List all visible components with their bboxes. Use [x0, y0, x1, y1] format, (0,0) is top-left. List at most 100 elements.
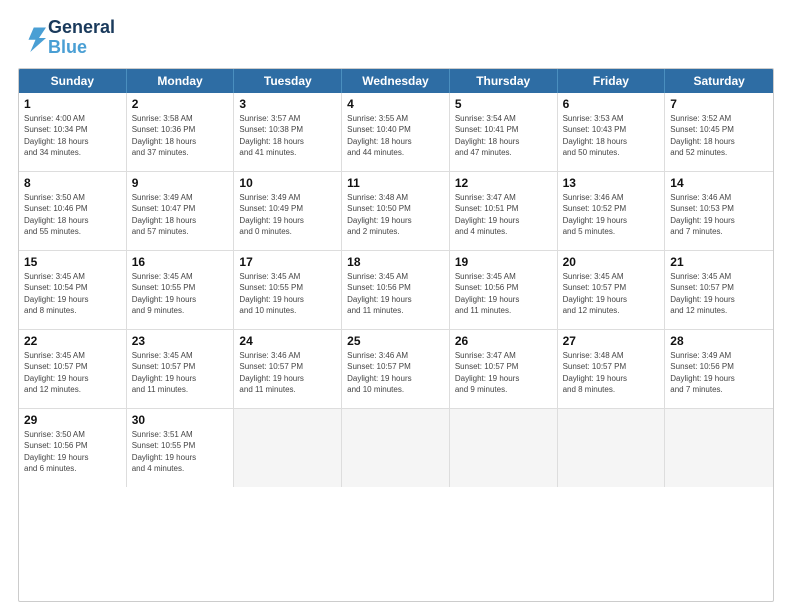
- page: General Blue SundayMondayTuesdayWednesda…: [0, 0, 792, 612]
- day-header-monday: Monday: [127, 69, 235, 93]
- day-number: 15: [24, 255, 121, 269]
- day-info: Sunrise: 3:46 AM Sunset: 10:57 PM Daylig…: [347, 350, 444, 396]
- day-info: Sunrise: 4:00 AM Sunset: 10:34 PM Daylig…: [24, 113, 121, 159]
- calendar-cell: 6Sunrise: 3:53 AM Sunset: 10:43 PM Dayli…: [558, 93, 666, 171]
- calendar-cell: 7 Sunrise: 3:52 AM Sunset: 10:45 PM Dayli…: [665, 93, 773, 171]
- calendar-cell: 26 Sunrise: 3:47 AM Sunset: 10:57 PM Dayl…: [450, 330, 558, 408]
- logo-icon: [18, 24, 46, 52]
- day-info: Sunrise: 3:58 AM Sunset: 10:36 PM Daylig…: [132, 113, 229, 159]
- day-number: 5: [455, 97, 552, 111]
- logo-text: General Blue: [48, 18, 115, 58]
- day-info: Sunrise: 3:57 AM Sunset: 10:38 PM Daylig…: [239, 113, 336, 159]
- day-info: Sunrise: 3:45 AM Sunset: 10:54 PM Daylig…: [24, 271, 121, 317]
- day-number: 9: [132, 176, 229, 190]
- day-number: 26: [455, 334, 552, 348]
- day-number: 4: [347, 97, 444, 111]
- day-info: Sunrise: 3:49 AM Sunset: 10:56 PM Daylig…: [670, 350, 768, 396]
- calendar-cell: 5 Sunrise: 3:54 AM Sunset: 10:41 PM Dayli…: [450, 93, 558, 171]
- calendar-cell: 21 Sunrise: 3:45 AM Sunset: 10:57 PM Dayl…: [665, 251, 773, 329]
- calendar-cell: 18 Sunrise: 3:45 AM Sunset: 10:56 PM Dayl…: [342, 251, 450, 329]
- day-header-saturday: Saturday: [665, 69, 773, 93]
- calendar-cell: 23 Sunrise: 3:45 AM Sunset: 10:57 PM Dayl…: [127, 330, 235, 408]
- day-number: 13: [563, 176, 660, 190]
- calendar-cell: 10 Sunrise: 3:49 AM Sunset: 10:49 PM Dayl…: [234, 172, 342, 250]
- day-number: 28: [670, 334, 768, 348]
- day-info: Sunrise: 3:47 AM Sunset: 10:57 PM Daylig…: [455, 350, 552, 396]
- day-info: Sunrise: 3:46 AM Sunset: 10:53 PM Daylig…: [670, 192, 768, 238]
- day-info: Sunrise: 3:45 AM Sunset: 10:57 PM Daylig…: [24, 350, 121, 396]
- day-info: Sunrise: 3:45 AM Sunset: 10:55 PM Daylig…: [239, 271, 336, 317]
- calendar-cell: 9 Sunrise: 3:49 AM Sunset: 10:47 PM Dayli…: [127, 172, 235, 250]
- day-number: 22: [24, 334, 121, 348]
- day-number: 3: [239, 97, 336, 111]
- calendar-cell: 24 Sunrise: 3:46 AM Sunset: 10:57 PM Dayl…: [234, 330, 342, 408]
- day-info: Sunrise: 3:50 AM Sunset: 10:56 PM Daylig…: [24, 429, 121, 475]
- day-info: Sunrise: 3:54 AM Sunset: 10:41 PM Daylig…: [455, 113, 552, 159]
- day-info: Sunrise: 3:45 AM Sunset: 10:57 PM Daylig…: [670, 271, 768, 317]
- day-number: 10: [239, 176, 336, 190]
- day-info: Sunrise: 3:45 AM Sunset: 10:56 PM Daylig…: [455, 271, 552, 317]
- calendar-cell: 15 Sunrise: 3:45 AM Sunset: 10:54 PM Dayl…: [19, 251, 127, 329]
- day-number: 20: [563, 255, 660, 269]
- day-info: Sunrise: 3:53 AM Sunset: 10:43 PM Daylig…: [563, 113, 660, 159]
- day-info: Sunrise: 3:47 AM Sunset: 10:51 PM Daylig…: [455, 192, 552, 238]
- day-header-friday: Friday: [558, 69, 666, 93]
- day-info: Sunrise: 3:45 AM Sunset: 10:55 PM Daylig…: [132, 271, 229, 317]
- calendar-cell: 29Sunrise: 3:50 AM Sunset: 10:56 PM Dayl…: [19, 409, 127, 487]
- day-number: 24: [239, 334, 336, 348]
- day-info: Sunrise: 3:49 AM Sunset: 10:47 PM Daylig…: [132, 192, 229, 238]
- day-number: 16: [132, 255, 229, 269]
- calendar-cell: [558, 409, 666, 487]
- calendar: SundayMondayTuesdayWednesdayThursdayFrid…: [18, 68, 774, 602]
- day-number: 12: [455, 176, 552, 190]
- day-info: Sunrise: 3:50 AM Sunset: 10:46 PM Daylig…: [24, 192, 121, 238]
- calendar-cell: 22 Sunrise: 3:45 AM Sunset: 10:57 PM Dayl…: [19, 330, 127, 408]
- day-info: Sunrise: 3:52 AM Sunset: 10:45 PM Daylig…: [670, 113, 768, 159]
- day-info: Sunrise: 3:46 AM Sunset: 10:57 PM Daylig…: [239, 350, 336, 396]
- calendar-header: SundayMondayTuesdayWednesdayThursdayFrid…: [19, 69, 773, 93]
- day-number: 21: [670, 255, 768, 269]
- calendar-cell: 4 Sunrise: 3:55 AM Sunset: 10:40 PM Dayli…: [342, 93, 450, 171]
- calendar-cell: [665, 409, 773, 487]
- calendar-cell: 25 Sunrise: 3:46 AM Sunset: 10:57 PM Dayl…: [342, 330, 450, 408]
- calendar-cell: 27 Sunrise: 3:48 AM Sunset: 10:57 PM Dayl…: [558, 330, 666, 408]
- calendar-cell: 16 Sunrise: 3:45 AM Sunset: 10:55 PM Dayl…: [127, 251, 235, 329]
- calendar-cell: 12 Sunrise: 3:47 AM Sunset: 10:51 PM Dayl…: [450, 172, 558, 250]
- calendar-cell: 11Sunrise: 3:48 AM Sunset: 10:50 PM Dayl…: [342, 172, 450, 250]
- calendar-cell: 8 Sunrise: 3:50 AM Sunset: 10:46 PM Dayli…: [19, 172, 127, 250]
- calendar-body: 1 Sunrise: 4:00 AM Sunset: 10:34 PM Dayli…: [19, 93, 773, 487]
- day-header-tuesday: Tuesday: [234, 69, 342, 93]
- day-number: 8: [24, 176, 121, 190]
- calendar-cell: [342, 409, 450, 487]
- calendar-cell: [450, 409, 558, 487]
- day-header-wednesday: Wednesday: [342, 69, 450, 93]
- day-info: Sunrise: 3:46 AM Sunset: 10:52 PM Daylig…: [563, 192, 660, 238]
- day-number: 18: [347, 255, 444, 269]
- header: General Blue: [18, 18, 774, 58]
- calendar-week-1: 1 Sunrise: 4:00 AM Sunset: 10:34 PM Dayli…: [19, 93, 773, 172]
- calendar-week-3: 15 Sunrise: 3:45 AM Sunset: 10:54 PM Dayl…: [19, 251, 773, 330]
- day-number: 7: [670, 97, 768, 111]
- day-number: 27: [563, 334, 660, 348]
- calendar-cell: 1 Sunrise: 4:00 AM Sunset: 10:34 PM Dayli…: [19, 93, 127, 171]
- day-number: 11: [347, 176, 444, 190]
- day-number: 19: [455, 255, 552, 269]
- day-info: Sunrise: 3:45 AM Sunset: 10:56 PM Daylig…: [347, 271, 444, 317]
- day-number: 1: [24, 97, 121, 111]
- day-info: Sunrise: 3:48 AM Sunset: 10:57 PM Daylig…: [563, 350, 660, 396]
- day-number: 23: [132, 334, 229, 348]
- day-header-sunday: Sunday: [19, 69, 127, 93]
- calendar-cell: 3 Sunrise: 3:57 AM Sunset: 10:38 PM Dayli…: [234, 93, 342, 171]
- calendar-cell: 20Sunrise: 3:45 AM Sunset: 10:57 PM Dayl…: [558, 251, 666, 329]
- day-number: 17: [239, 255, 336, 269]
- day-info: Sunrise: 3:45 AM Sunset: 10:57 PM Daylig…: [132, 350, 229, 396]
- day-info: Sunrise: 3:55 AM Sunset: 10:40 PM Daylig…: [347, 113, 444, 159]
- day-number: 2: [132, 97, 229, 111]
- day-number: 25: [347, 334, 444, 348]
- calendar-cell: 2 Sunrise: 3:58 AM Sunset: 10:36 PM Dayli…: [127, 93, 235, 171]
- day-info: Sunrise: 3:49 AM Sunset: 10:49 PM Daylig…: [239, 192, 336, 238]
- day-header-thursday: Thursday: [450, 69, 558, 93]
- logo: General Blue: [18, 18, 115, 58]
- calendar-cell: 13 Sunrise: 3:46 AM Sunset: 10:52 PM Dayl…: [558, 172, 666, 250]
- calendar-cell: 28 Sunrise: 3:49 AM Sunset: 10:56 PM Dayl…: [665, 330, 773, 408]
